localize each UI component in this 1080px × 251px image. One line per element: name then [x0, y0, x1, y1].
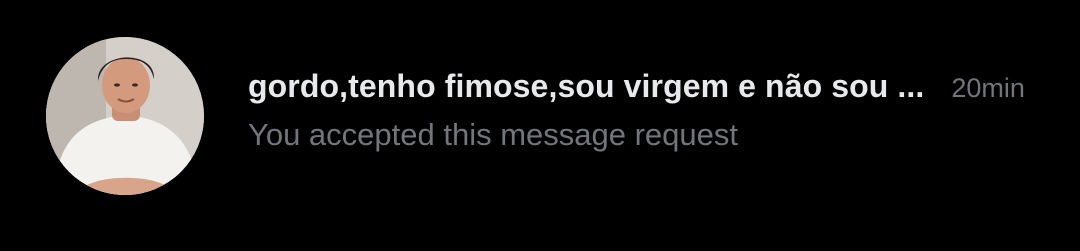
- avatar[interactable]: [46, 37, 204, 195]
- conversation-header: gordo,tenho fimose,sou virgem e não sou …: [248, 68, 1048, 105]
- conversation-name: gordo,tenho fimose,sou virgem e não sou …: [248, 68, 925, 104]
- conversation-timestamp: 20min: [951, 73, 1025, 103]
- avatar-photo: [46, 37, 204, 195]
- message-preview: You accepted this message request: [248, 117, 739, 152]
- conversation-text: gordo,tenho fimose,sou virgem e não sou …: [248, 68, 1048, 153]
- conversation-list-item[interactable]: gordo,tenho fimose,sou virgem e não sou …: [0, 0, 1080, 251]
